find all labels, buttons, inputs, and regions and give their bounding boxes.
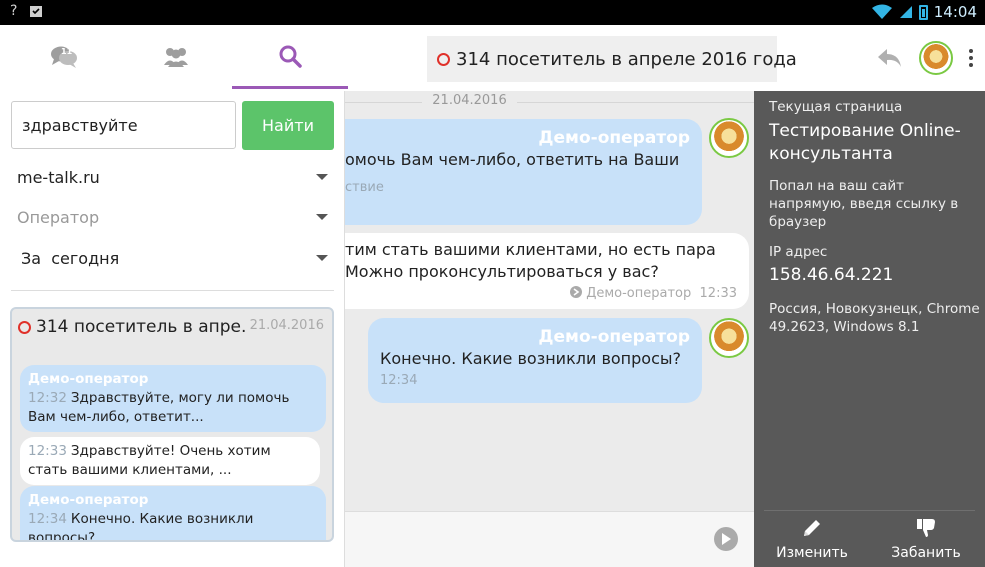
ip-label: IP адрес [769, 244, 828, 260]
chat-message-visitor: тим стать вашими клиентами, но есть пара… [345, 233, 749, 309]
operator-select-value: Оператор [17, 207, 100, 227]
help-icon: ? [10, 3, 18, 19]
battery-icon [918, 4, 928, 20]
tab-search[interactable] [232, 25, 348, 89]
chat-date-divider: 21.04.2016 [345, 93, 754, 108]
period-select-value: За сегодня [21, 248, 120, 268]
back-arrow-icon[interactable] [877, 47, 903, 69]
chat-message-operator: Демо-оператор Конечно. Какие возникли во… [368, 318, 702, 403]
chevron-down-icon [316, 214, 328, 220]
search-panel: здравствуйте Найти me-talk.ru Оператор З… [0, 91, 345, 567]
site-select-value: me-talk.ru [17, 167, 100, 187]
period-select[interactable]: За сегодня [11, 240, 334, 276]
message-meta: Демо-оператор 12:33 [345, 283, 737, 305]
message-text: Можно проконсультироваться у вас? [345, 262, 659, 281]
signal-icon [899, 6, 912, 18]
referrer-text: Попал на ваш сайт напрямую, введя ссылку… [769, 178, 959, 230]
ban-button[interactable]: Забанить [876, 517, 976, 561]
message-author: Демо-оператор [28, 492, 149, 508]
ban-label: Забанить [891, 545, 961, 561]
chat-area: 21.04.2016 Демо-оператор омочь Вам чем-л… [345, 91, 754, 567]
visitor-location: Россия, Новокузнецк, Chrome 49.2623, Win… [769, 301, 980, 335]
message-text: тим стать вашими клиентами, но есть пара [345, 240, 716, 259]
operator-avatar [709, 318, 749, 358]
pencil-icon [804, 520, 820, 536]
site-select[interactable]: me-talk.ru [11, 159, 334, 195]
avatar[interactable] [919, 41, 953, 75]
visitor-info-panel: Текущая страница Тестирование Online-кон… [754, 91, 985, 567]
users-icon [164, 48, 188, 67]
chat-message-operator: Демо-оператор омочь Вам чем-либо, ответи… [345, 119, 702, 225]
divider [764, 510, 975, 511]
top-bar: 11 314 посетитель в апреле 2016 года [0, 25, 985, 91]
conversation-title: 314 посетитель в апреле 2016 года [456, 48, 797, 70]
clipboard-icon [30, 6, 43, 17]
wifi-icon [871, 4, 892, 19]
status-bar: ? 14:04 [0, 0, 985, 25]
search-input[interactable]: здравствуйте [11, 101, 236, 149]
message-author: Демо-оператор [538, 327, 690, 347]
current-page-label: Текущая страница [769, 99, 903, 115]
result-message-operator: Демо-оператор 12:32 Здравствуйте, могу ли… [20, 365, 326, 432]
message-text: омочь Вам чем-либо, ответить на Ваши [345, 150, 680, 169]
message-time: 12:32 [28, 390, 67, 406]
message-time: 12:34 [28, 511, 67, 527]
result-message-operator: Демо-оператор 12:34 Конечно. Какие возник… [20, 486, 326, 540]
message-author: Демо-оператор [28, 371, 149, 387]
tab-chats[interactable]: 11 [6, 25, 122, 89]
tab-visitors[interactable] [118, 25, 234, 89]
current-page-value: Тестирование Online-консультанта [769, 121, 961, 164]
chevron-down-icon [316, 255, 328, 261]
message-text: Конечно. Какие возникли вопросы? [380, 349, 681, 368]
send-icon[interactable] [714, 527, 738, 551]
message-text: Здравствуйте, могу ли помочь Вам чем-либ… [28, 390, 290, 425]
status-indicator [18, 320, 31, 334]
overflow-menu-icon[interactable] [969, 49, 973, 67]
search-icon [279, 45, 302, 68]
chevron-down-icon [316, 174, 328, 180]
message-time: 12:34 [380, 373, 418, 388]
forward-icon [570, 286, 583, 298]
result-date: 21.04.2016 [249, 318, 324, 333]
ip-value: 158.46.64.221 [769, 265, 894, 285]
divider [11, 290, 334, 291]
result-message-visitor: 12:33 Здравствуйте! Очень хотим стать ваш… [20, 437, 320, 485]
status-indicator [437, 52, 450, 66]
conversation-header[interactable]: 314 посетитель в апреле 2016 года [427, 36, 797, 82]
operator-select[interactable]: Оператор [11, 199, 334, 235]
operator-avatar [709, 118, 749, 158]
message-time: 12:33 [28, 443, 67, 459]
edit-button[interactable]: Изменить [762, 517, 862, 561]
thumbs-down-icon [917, 519, 935, 537]
message-text-tail: ствие [345, 180, 384, 195]
search-result-card[interactable]: 314 посетитель в апре... 21.04.2016 Демо… [10, 307, 334, 542]
result-title: 314 посетитель в апре... [36, 317, 246, 337]
message-author: Демо-оператор [538, 128, 690, 148]
tab-badge: 11 [61, 47, 73, 56]
clock: 14:04 [933, 3, 977, 21]
message-input-bar[interactable] [345, 511, 754, 567]
edit-label: Изменить [776, 545, 848, 561]
search-button[interactable]: Найти [242, 101, 334, 150]
